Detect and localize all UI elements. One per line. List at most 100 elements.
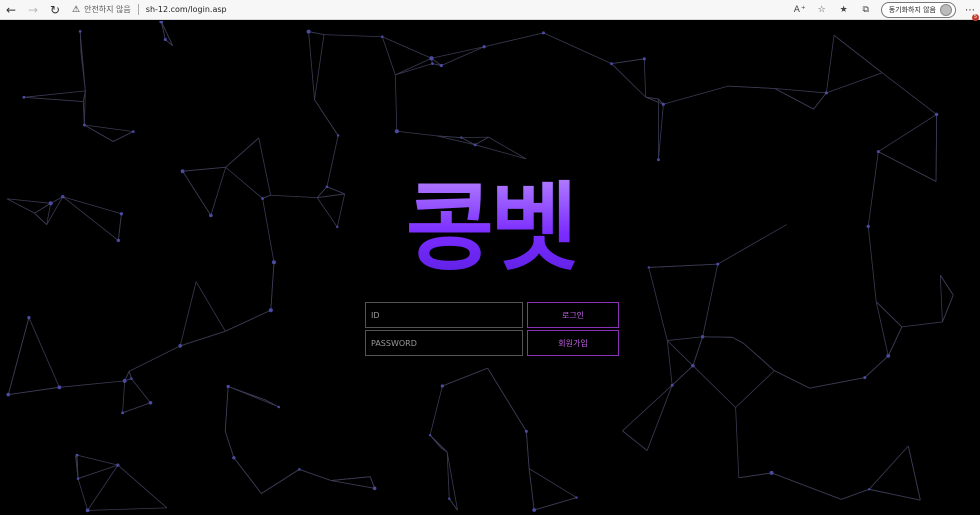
collections-icon[interactable]: ★	[833, 0, 855, 20]
network-line	[611, 58, 645, 65]
network-line	[117, 464, 168, 509]
network-line	[692, 365, 736, 408]
forward-arrow-icon[interactable]: →	[22, 0, 44, 20]
network-line	[487, 367, 527, 432]
network-line	[160, 21, 174, 46]
network-line	[228, 386, 266, 401]
network-line	[692, 336, 703, 366]
network-line	[728, 85, 775, 89]
network-node	[163, 37, 167, 42]
network-line	[864, 355, 889, 378]
id-input[interactable]	[365, 302, 523, 328]
network-node	[532, 508, 537, 512]
network-line	[543, 32, 612, 65]
network-line	[611, 63, 646, 98]
network-node	[394, 129, 399, 134]
signup-button[interactable]: 회원가입	[527, 330, 619, 356]
network-node	[769, 470, 774, 475]
network-line	[396, 130, 437, 137]
network-node	[116, 463, 120, 467]
network-line	[901, 321, 943, 328]
network-line	[394, 74, 398, 132]
network-line	[702, 336, 733, 338]
network-node	[691, 363, 695, 368]
network-line	[381, 36, 396, 76]
network-node	[131, 130, 135, 133]
network-line	[299, 469, 332, 481]
network-line	[743, 343, 775, 371]
network-line	[887, 326, 903, 357]
network-line	[28, 317, 60, 388]
network-line	[314, 99, 339, 136]
network-node	[524, 429, 528, 433]
favorite-star-icon[interactable]: ☆	[811, 0, 833, 20]
network-node	[876, 150, 880, 154]
network-node	[575, 496, 578, 499]
network-line	[528, 468, 577, 498]
network-node	[656, 158, 660, 162]
network-line	[395, 63, 433, 76]
address-bar[interactable]: ⚠ 안전하지 않음 sh-12.com/login.asp	[72, 0, 227, 20]
network-line	[395, 57, 432, 76]
network-line	[87, 464, 119, 511]
network-line	[23, 90, 86, 98]
network-line	[671, 365, 694, 386]
network-line	[813, 92, 827, 110]
network-node	[460, 136, 463, 139]
network-line	[382, 36, 432, 59]
network-line	[833, 34, 883, 74]
network-line	[429, 385, 443, 436]
url-text[interactable]: sh-12.com/login.asp	[146, 5, 227, 14]
network-line	[122, 380, 126, 413]
network-line	[431, 46, 485, 59]
network-line	[646, 385, 673, 451]
network-line	[330, 476, 371, 481]
more-icon[interactable]: ⋯ 5	[960, 5, 980, 21]
network-node	[867, 488, 871, 491]
network-line	[809, 377, 865, 389]
network-line	[182, 166, 226, 172]
avatar	[940, 4, 952, 16]
reload-icon[interactable]: ↻	[44, 0, 66, 20]
network-node	[75, 453, 79, 457]
password-input[interactable]	[365, 330, 523, 356]
network-node	[277, 405, 281, 409]
network-node	[863, 376, 867, 380]
network-node	[473, 143, 477, 147]
network-line	[738, 472, 772, 479]
network-node	[886, 353, 891, 358]
network-line	[225, 309, 271, 332]
network-line	[868, 445, 909, 490]
network-line	[225, 137, 260, 168]
network-line	[907, 445, 921, 501]
network-node	[148, 400, 153, 405]
back-arrow-icon[interactable]: ←	[0, 0, 22, 20]
network-line	[180, 330, 226, 347]
network-line	[622, 384, 673, 432]
login-button[interactable]: 로그인	[527, 302, 619, 328]
sync-button[interactable]: 동기화하지 않음	[880, 2, 956, 18]
network-line	[308, 31, 325, 35]
network-node	[6, 392, 11, 397]
network-line	[841, 488, 870, 500]
network-node	[661, 102, 665, 106]
network-line	[112, 131, 134, 142]
network-node	[122, 378, 127, 383]
network-line	[160, 21, 166, 40]
network-node	[482, 45, 486, 49]
network-node	[372, 486, 377, 491]
login-page: 콩벳 로그인 회원가입	[0, 21, 980, 515]
network-line	[474, 144, 527, 160]
network-line	[129, 345, 181, 372]
network-line	[663, 85, 729, 105]
network-node	[428, 433, 432, 437]
extensions-icon[interactable]: ⧉	[855, 0, 877, 20]
network-line	[330, 480, 375, 489]
read-aloud-icon[interactable]: A ⁺	[789, 0, 811, 20]
network-line	[534, 497, 577, 511]
network-node	[82, 123, 86, 127]
network-line	[179, 281, 197, 346]
security-warning[interactable]: 안전하지 않음	[84, 4, 131, 15]
network-line	[875, 301, 903, 328]
network-line	[935, 114, 937, 182]
